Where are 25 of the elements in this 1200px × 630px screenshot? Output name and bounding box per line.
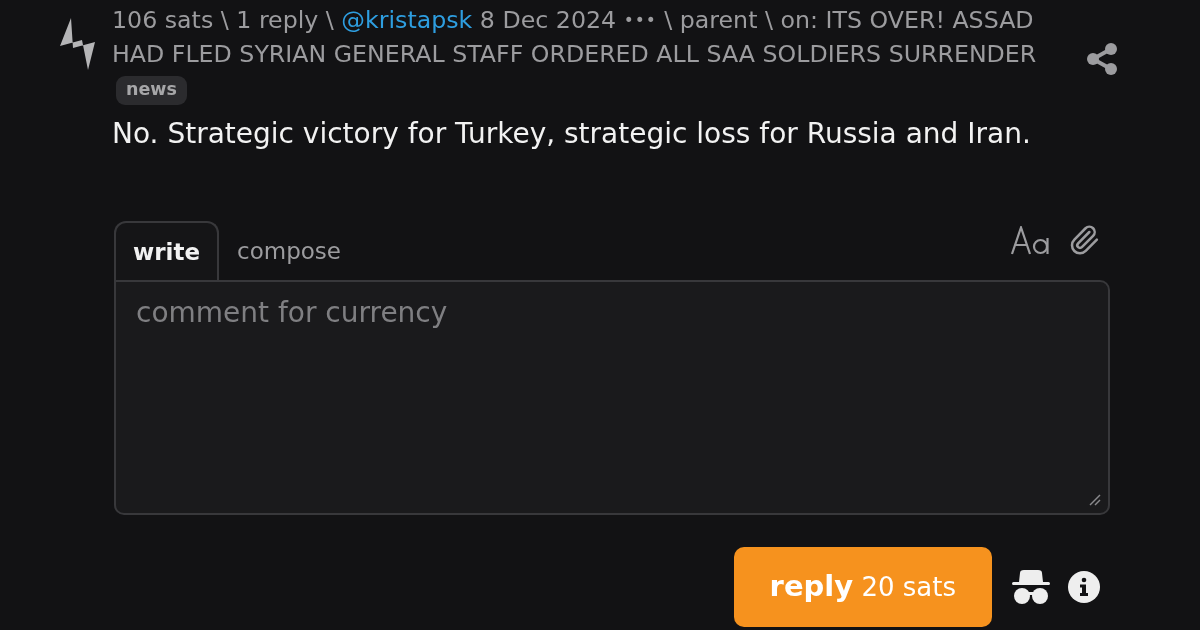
share-icon[interactable] bbox=[1086, 42, 1118, 76]
title-link[interactable]: HAD FLED SYRIAN GENERAL STAFF ORDERED ALL SAA SOLDIERS SURRENDER bbox=[112, 40, 1037, 68]
meta-link[interactable]: parent bbox=[679, 6, 758, 34]
font-size-icon[interactable] bbox=[1011, 225, 1050, 255]
tag-badge[interactable]: news bbox=[116, 76, 187, 105]
paperclip-icon[interactable] bbox=[1068, 222, 1100, 258]
separator-text: \ bbox=[220, 6, 229, 34]
comment-text: No. Strategic victory for Turkey, strategic loss for Russia and Iran. bbox=[112, 117, 1032, 151]
incognito-icon[interactable] bbox=[1012, 570, 1050, 604]
separator-text: \ bbox=[325, 6, 334, 34]
editor-tab[interactable]: write bbox=[114, 221, 220, 280]
comment-input[interactable]: comment for currency bbox=[114, 280, 1110, 515]
separator-text: \ bbox=[664, 6, 673, 34]
separator-text: \ bbox=[764, 6, 773, 34]
resize-handle-icon[interactable] bbox=[1089, 494, 1101, 506]
username-link[interactable]: @kristapsk bbox=[341, 6, 473, 34]
meta-link[interactable]: 8 Dec 2024 bbox=[479, 6, 617, 34]
info-icon[interactable] bbox=[1068, 571, 1100, 603]
meta-text: on: bbox=[780, 6, 818, 34]
title-link[interactable]: ITS OVER! ASSAD bbox=[825, 6, 1034, 34]
editor-tab[interactable]: compose bbox=[219, 221, 359, 280]
more-menu[interactable]: ••• bbox=[623, 10, 657, 30]
meta-link[interactable]: 106 sats bbox=[112, 6, 214, 34]
meta-link[interactable]: 1 reply bbox=[236, 6, 319, 34]
lightning-bolt-icon bbox=[60, 18, 95, 70]
